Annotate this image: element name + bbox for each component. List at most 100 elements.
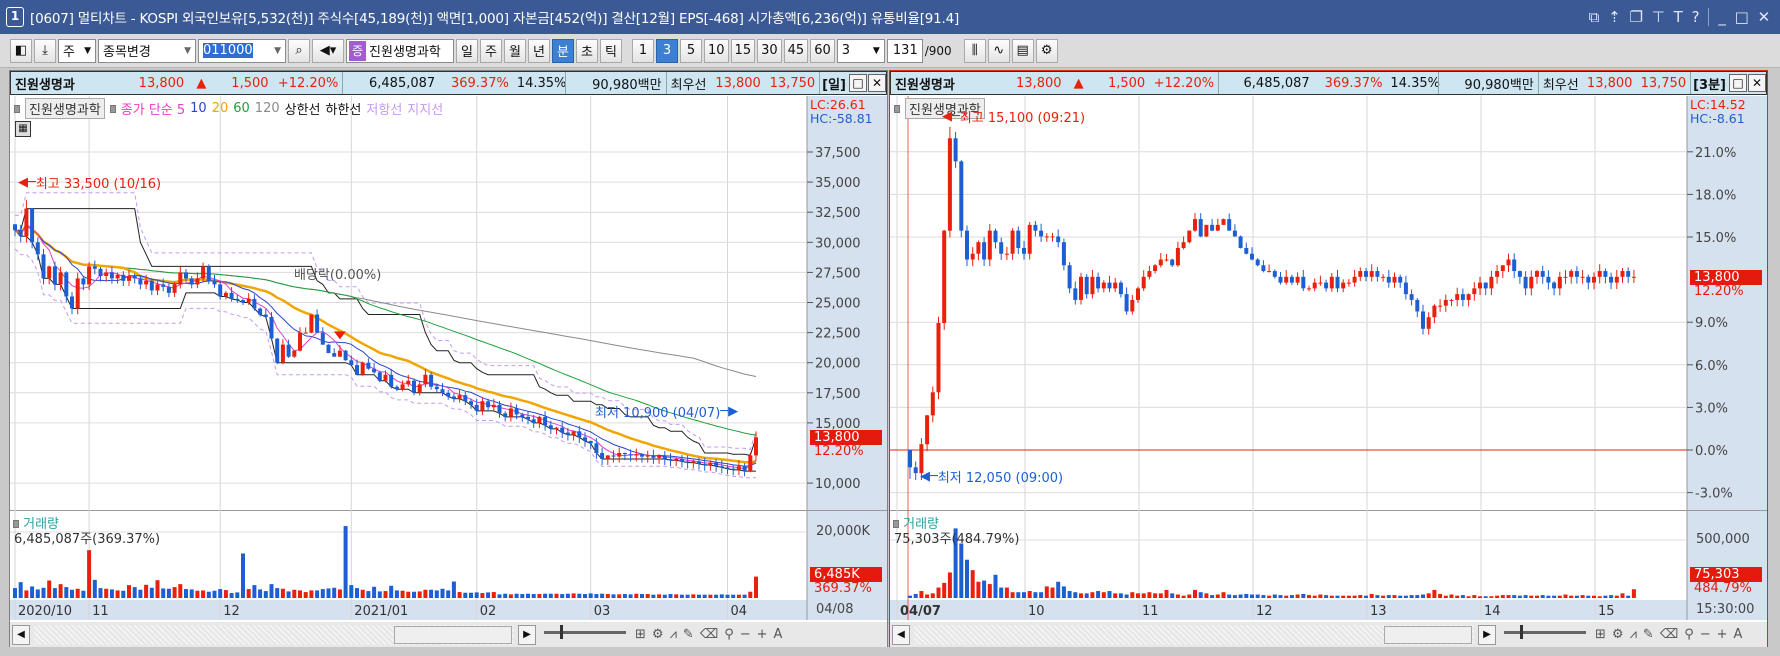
scroll-left-button[interactable]: ◀ (892, 624, 910, 645)
volume-bar (634, 593, 639, 598)
font-icon[interactable]: T (1674, 8, 1683, 26)
volume-bar (1158, 593, 1163, 598)
layout-icon[interactable]: ◧ (10, 38, 32, 63)
minute-45-button[interactable]: 45 (783, 38, 809, 63)
scroll-right-button[interactable]: ▶ (1478, 624, 1496, 645)
period-year-button[interactable]: 년 (528, 38, 550, 63)
auto-scale-icon[interactable]: A (1733, 627, 1744, 642)
minute-3-button[interactable]: 3 (656, 38, 678, 63)
volume-bar (959, 543, 964, 598)
maximize-icon[interactable]: □ (1735, 8, 1749, 26)
legend-toggle-icon[interactable] (894, 104, 900, 113)
minute-30-button[interactable]: 30 (757, 38, 782, 63)
volume-bar (1392, 595, 1397, 598)
settings-gear-icon[interactable]: ⚙ (1611, 627, 1625, 642)
maximize-icon[interactable]: □ (1729, 74, 1747, 92)
candle-body (298, 332, 302, 351)
candle-body (936, 323, 941, 393)
minute-60-button[interactable]: 60 (810, 38, 835, 63)
legend-ma10[interactable]: 10 (190, 101, 207, 116)
scrollbar-thumb[interactable] (394, 625, 512, 644)
period-day-button[interactable]: 일 (456, 38, 478, 63)
drawing-icon[interactable]: ✎ (682, 627, 695, 642)
legend-ma5[interactable]: 종가 단순 5 (121, 99, 185, 118)
layout-icon[interactable]: ⊞ (634, 627, 647, 642)
speaker-icon[interactable]: ◀▾ (312, 38, 344, 63)
legend-lower-band[interactable]: 하한선 (326, 99, 362, 118)
intraday-candlestick-chart[interactable]: 04/07 10 11 12 13 14 15 21.0% 18.0% 15.0% 9.0% 6.0%… (890, 96, 1767, 620)
minute-1-button[interactable]: 1 (632, 38, 654, 63)
market-select[interactable]: 주 ▼ (58, 38, 96, 63)
legend-toggle-icon[interactable] (893, 520, 899, 528)
legend-toggle-icon[interactable] (13, 520, 19, 528)
interval-minute-button[interactable]: 분 (552, 38, 574, 63)
legend-toggle-icon[interactable] (109, 104, 116, 113)
legend-support[interactable]: 지지선 (407, 99, 443, 118)
auto-scale-icon[interactable]: A (773, 627, 784, 642)
search-icon[interactable]: ⌕ (288, 38, 310, 63)
magnifier-icon[interactable]: ⚲ (1683, 627, 1695, 642)
volume-bar (1472, 595, 1477, 598)
minute-5-button[interactable]: 5 (680, 38, 702, 63)
horizontal-scrollbar[interactable] (914, 624, 1474, 645)
volume-bar (212, 590, 217, 598)
magnifier-icon[interactable]: ⚲ (723, 627, 735, 642)
custom-minute-select[interactable]: 3 ▼ (836, 38, 885, 63)
eraser-icon[interactable]: ⌫ (699, 627, 719, 642)
stock-name-field[interactable]: 증 진원생명과학 (346, 38, 454, 63)
legend-ma20[interactable]: 20 (212, 101, 229, 116)
legend-resistance[interactable]: 저항선 (366, 99, 402, 118)
minimize-icon[interactable]: _ (1718, 8, 1726, 26)
indicator-icon[interactable]: ⩘ (669, 627, 678, 642)
scroll-left-button[interactable]: ◀ (12, 624, 30, 645)
axis-tick-label: 15.0% (1695, 231, 1736, 246)
period-week-button[interactable]: 주 (480, 38, 502, 63)
calendar-icon[interactable]: ▦ (15, 121, 31, 137)
bar-count-input[interactable]: 131 (886, 38, 923, 63)
scroll-right-button[interactable]: ▶ (518, 624, 536, 645)
minute-15-button[interactable]: 15 (730, 38, 756, 63)
zoom-out-icon[interactable]: − (739, 627, 752, 642)
candle-body (161, 284, 166, 287)
eraser-icon[interactable]: ⌫ (1659, 627, 1679, 642)
save-icon[interactable]: ▤ (1011, 38, 1034, 63)
minute-10-button[interactable]: 10 (704, 38, 729, 63)
zoom-slider[interactable] (1500, 624, 1590, 645)
download-icon[interactable]: ⤓ (34, 38, 56, 63)
settings-gear-icon[interactable]: ⚙ (1035, 38, 1058, 63)
zoom-in-icon[interactable]: + (1716, 627, 1729, 642)
candle-add-icon[interactable]: ⫼ (963, 38, 986, 63)
indicator-icon[interactable]: ⩘ (1629, 627, 1638, 642)
send-back-icon[interactable]: ⇡ (1608, 8, 1621, 26)
maximize-icon[interactable]: □ (848, 74, 867, 92)
change-stock-select[interactable]: 종목변경 ▼ (98, 38, 196, 63)
period-month-button[interactable]: 월 (504, 38, 526, 63)
help-icon[interactable]: ? (1692, 8, 1700, 26)
zoom-in-icon[interactable]: + (756, 627, 769, 642)
legend-ma60[interactable]: 60 (233, 101, 250, 116)
restore-down-icon[interactable]: ⧉ (1589, 8, 1600, 26)
legend-toggle-icon[interactable] (14, 104, 20, 113)
legend-upper-band[interactable]: 상한선 (285, 99, 321, 118)
volume-bar (155, 580, 160, 598)
scrollbar-thumb[interactable] (1384, 625, 1472, 644)
candle-body (309, 314, 314, 333)
horizontal-scrollbar[interactable] (34, 624, 514, 645)
close-icon[interactable]: ✕ (1748, 74, 1766, 92)
layout-icon[interactable]: ⊞ (1594, 627, 1607, 642)
legend-stock[interactable]: 진원생명과학 (25, 98, 105, 119)
window-icon[interactable]: ❐ (1629, 8, 1642, 26)
drawing-icon[interactable]: ✎ (1642, 627, 1655, 642)
zoom-slider[interactable] (540, 624, 630, 645)
pin-icon[interactable]: ⊤ (1652, 8, 1665, 26)
close-icon[interactable]: ✕ (1758, 8, 1771, 26)
indicator-add-icon[interactable]: ∿ (987, 38, 1010, 63)
zoom-out-icon[interactable]: − (1699, 627, 1712, 642)
interval-second-button[interactable]: 초 (576, 38, 598, 63)
stock-code-input[interactable]: 011000 ▼ (198, 38, 286, 63)
close-icon[interactable]: ✕ (867, 74, 886, 92)
volume-bar (332, 587, 337, 598)
settings-gear-icon[interactable]: ⚙ (651, 627, 665, 642)
legend-ma120[interactable]: 120 (255, 101, 280, 116)
interval-tick-button[interactable]: 틱 (600, 38, 622, 63)
